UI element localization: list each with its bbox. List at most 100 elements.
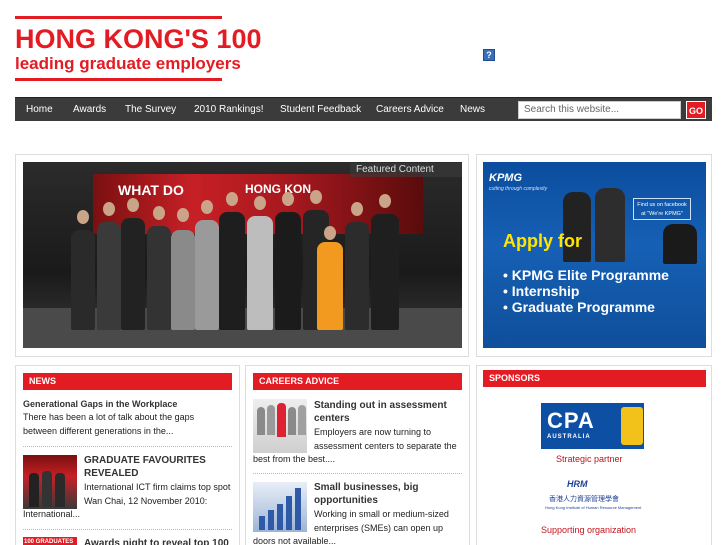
news-item-title[interactable]: Generational Gaps in the Workplace: [23, 399, 177, 409]
careers-item-title[interactable]: centers: [314, 412, 350, 425]
careers-item-title[interactable]: Standing out in assessment: [314, 399, 447, 412]
ad-person: [663, 224, 697, 264]
kpmg-logo: KPMG: [489, 172, 522, 184]
careers-heading: CAREERS ADVICE: [253, 373, 462, 390]
thumb-bar: [268, 510, 274, 530]
kpmg-tagline: cutting through complexity: [489, 186, 548, 192]
search-go-button[interactable]: GO: [686, 101, 706, 119]
news-item-text: Wan Chai, 12 November 2010:: [84, 496, 208, 506]
person-head: [177, 208, 189, 222]
careers-item-text: best from the best....: [253, 454, 336, 464]
news-item-text: International...: [23, 509, 81, 519]
person-figure: [317, 242, 343, 330]
person-head: [201, 200, 213, 214]
ad-box: KPMG cutting through complexity Find us …: [476, 154, 712, 357]
careers-item-text: assessment centers to separate the: [314, 441, 457, 451]
ad-apply-heading: Apply for: [503, 231, 582, 251]
thumb-figure: [288, 407, 296, 435]
person-head: [351, 202, 363, 216]
person-head: [127, 198, 139, 212]
logo-bottom-rule: [15, 78, 222, 81]
person-figure: [121, 218, 145, 330]
divider: [23, 529, 232, 530]
nav-item-student-feedback[interactable]: Student Feedback: [280, 98, 361, 121]
thumb-figure: [55, 473, 65, 507]
logo-title: HONG KONG'S 100: [15, 24, 262, 54]
ad-person: [595, 188, 625, 262]
nav-item-awards[interactable]: Awards: [73, 98, 106, 121]
strategic-partner-label: Strategic partner: [556, 454, 623, 464]
careers-item-title[interactable]: Small businesses, big: [314, 481, 418, 494]
person-head: [103, 202, 115, 216]
divider: [253, 473, 462, 474]
thumb-figure: [267, 405, 275, 435]
person-figure: [71, 230, 95, 330]
thumb-figure: [42, 471, 52, 507]
thumb-bar: [259, 516, 265, 530]
news-item-text: International ICT firm claims top spot: [84, 482, 231, 492]
hrm-logo[interactable]: HRM: [567, 479, 588, 489]
thumb-bar: [295, 488, 301, 530]
logo-top-rule: [15, 16, 222, 19]
person-head: [379, 194, 391, 208]
person-figure: [275, 212, 301, 330]
news-thumbnail[interactable]: [23, 455, 77, 509]
nav-item-2010-rankings[interactable]: 2010 Rankings!: [194, 98, 264, 121]
person-figure: [147, 226, 171, 330]
facebook-line-2: at "We're KPMG": [641, 211, 683, 217]
careers-item-text: Working in small or medium-sized: [314, 509, 449, 519]
site-logo[interactable]: HONG KONG'S 100 leading graduate employe…: [15, 16, 262, 81]
person-figure: [247, 216, 273, 330]
featured-content-label: Featured Content: [350, 163, 462, 177]
news-item-title[interactable]: GRADUATE FAVOURITES: [84, 454, 206, 467]
person-figure: [171, 230, 195, 330]
nav-item-home[interactable]: Home: [26, 98, 53, 121]
ad-programme-1: • KPMG Elite Programme: [503, 267, 669, 283]
person-head: [324, 226, 336, 240]
person-head: [254, 196, 266, 210]
news-panel: NEWS Generational Gaps in the Workplace …: [15, 365, 240, 545]
careers-thumbnail[interactable]: [253, 399, 307, 453]
careers-item-title[interactable]: opportunities: [314, 494, 378, 507]
logo-subtitle: leading graduate employers: [15, 54, 241, 73]
news-item-title[interactable]: REVEALED: [84, 467, 138, 480]
person-figure: [219, 212, 245, 330]
main-nav: Home Awards The Survey 2010 Rankings! St…: [15, 97, 712, 121]
sponsors-panel: SPONSORS CPA AUSTRALIA Strategic partner…: [476, 365, 712, 545]
kpmg-ad-banner[interactable]: KPMG cutting through complexity Find us …: [483, 162, 706, 348]
hrm-chinese-name: 香港人力資源管理學會: [549, 496, 619, 503]
person-figure: [371, 214, 399, 330]
crest-icon: [621, 407, 643, 445]
news-item-title[interactable]: Awards night to reveal top 100: [84, 537, 229, 545]
thumb-bar: [277, 504, 283, 530]
person-head: [226, 192, 238, 206]
backdrop-text-1: WHAT DO: [118, 182, 184, 198]
supporting-organization-label: Supporting organization: [541, 525, 637, 535]
featured-photo[interactable]: WHAT DO HONG KON Featured Content: [23, 162, 462, 348]
cpa-logo-text: CPA: [547, 408, 595, 433]
facebook-badge[interactable]: Find us on facebook at "We're KPMG": [633, 198, 691, 220]
featured-content-box: WHAT DO HONG KON Featured Content: [15, 154, 469, 357]
person-head: [153, 206, 165, 220]
person-figure: [345, 222, 369, 330]
thumb-bar: [286, 496, 292, 530]
nav-item-careers-advice[interactable]: Careers Advice: [376, 98, 444, 121]
news-thumbnail[interactable]: 100 GRADUATES: [23, 537, 77, 545]
person-figure: [195, 220, 219, 330]
news-item-text: There has been a lot of talk about the g…: [23, 412, 195, 422]
cpa-australia-logo[interactable]: CPA AUSTRALIA: [541, 403, 644, 449]
careers-thumbnail[interactable]: [253, 482, 307, 532]
cpa-logo-subtext: AUSTRALIA: [547, 434, 591, 440]
thumb-figure: [257, 407, 265, 435]
nav-item-news[interactable]: News: [460, 98, 485, 121]
person-head: [77, 210, 89, 224]
search-input[interactable]: Search this website...: [518, 101, 681, 119]
ad-programme-3: • Graduate Programme: [503, 299, 655, 315]
nav-item-the-survey[interactable]: The Survey: [125, 98, 176, 121]
help-icon[interactable]: ?: [483, 49, 495, 61]
sponsors-heading: SPONSORS: [483, 370, 706, 387]
thumb-figure: [29, 473, 39, 507]
ad-programme-2: • Internship: [503, 283, 580, 299]
divider: [23, 446, 232, 447]
person-head: [282, 192, 294, 206]
